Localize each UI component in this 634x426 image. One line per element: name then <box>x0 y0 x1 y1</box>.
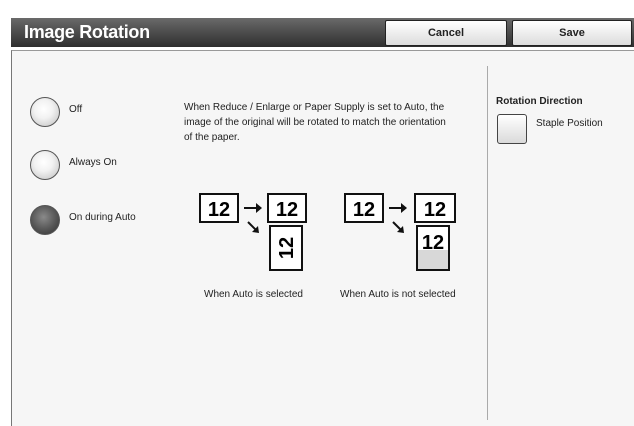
landscape-output-number: 12 <box>424 199 446 221</box>
original-number: 12 <box>208 199 230 221</box>
description-text: When Reduce / Enlarge or Paper Supply is… <box>184 102 446 143</box>
landscape-output-number: 12 <box>276 199 298 221</box>
cancel-button[interactable]: Cancel <box>385 20 507 46</box>
cropped-number: 12 <box>422 232 444 254</box>
on-during-auto-label: On during Auto <box>69 212 136 223</box>
panel-divider <box>487 66 488 420</box>
rotated-number: 12 <box>276 237 298 259</box>
auto-selected-caption: When Auto is selected <box>204 289 303 300</box>
staple-position-label: Staple Position <box>536 118 603 129</box>
off-label: Off <box>69 104 83 115</box>
right-arrow-icon <box>401 203 407 213</box>
auto-not-selected-diagram: 12 12 12 <box>344 193 456 271</box>
page-title: Image Rotation <box>24 22 150 42</box>
on-during-auto-radio[interactable] <box>30 205 60 235</box>
original-number: 12 <box>353 199 375 221</box>
off-radio[interactable] <box>30 97 60 127</box>
always-on-label: Always On <box>69 157 117 168</box>
rotation-direction-title: Rotation Direction <box>496 96 583 107</box>
auto-selected-diagram: 12 12 12 <box>199 193 307 271</box>
staple-position-button[interactable] <box>497 114 527 144</box>
right-arrow-icon <box>256 203 262 213</box>
auto-not-selected-caption: When Auto is not selected <box>340 289 456 300</box>
save-button[interactable]: Save <box>512 20 632 46</box>
always-on-radio[interactable] <box>30 150 60 180</box>
